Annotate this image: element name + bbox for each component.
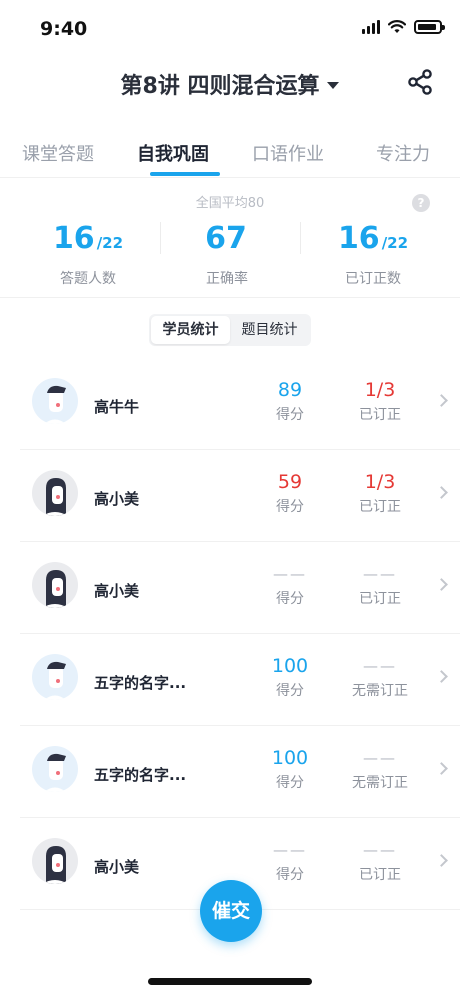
student-row[interactable]: 高牛牛 89 得分 1/3 已订正 xyxy=(20,358,460,450)
tab-bar: 课堂答题 自我巩固 口语作业 专注力 xyxy=(0,130,460,178)
caret-down-icon xyxy=(327,81,340,89)
student-list: 高牛牛 89 得分 1/3 已订正 高小美 59 得分 1/3 已订正 高小美 —— 得分 —— 已订正 五字… xyxy=(0,358,460,910)
score-label: 得分 xyxy=(276,499,304,515)
page-title: 第8讲 四则混合运算 xyxy=(120,74,320,99)
correction-label: 已订正 xyxy=(359,499,401,515)
battery-icon xyxy=(414,20,445,34)
student-name: 高小美 xyxy=(94,490,140,508)
summary-panel: 全国平均80 ? 16/22 答题人数 67 正确率 16/22 已订正数 xyxy=(0,178,460,298)
score-column: —— 得分 xyxy=(260,562,320,608)
correction-column: —— 无需订正 xyxy=(340,746,420,792)
score-value: —— xyxy=(273,841,307,859)
student-name: 五字的名字... xyxy=(94,766,187,784)
correction-value: 1/3 xyxy=(364,471,396,493)
score-value: —— xyxy=(273,565,307,583)
score-label: 得分 xyxy=(276,591,304,607)
correction-column: —— 无需订正 xyxy=(340,654,420,700)
correction-label: 已订正 xyxy=(359,591,401,607)
score-label: 得分 xyxy=(276,407,304,423)
correction-column: —— 已订正 xyxy=(340,838,420,884)
tab-self-consolidation[interactable]: 自我巩固 xyxy=(137,140,209,166)
stat-accuracy-label: 正确率 xyxy=(206,271,248,287)
student-row[interactable]: 高小美 —— 得分 —— 已订正 xyxy=(20,542,460,634)
avatar xyxy=(32,378,78,424)
avatar xyxy=(32,746,78,792)
correction-value: —— xyxy=(363,657,397,675)
avatar xyxy=(32,562,78,608)
student-row[interactable]: 高小美 59 得分 1/3 已订正 xyxy=(20,450,460,542)
score-label: 得分 xyxy=(276,775,304,791)
student-name: 高小美 xyxy=(94,582,140,600)
avatar xyxy=(32,654,78,700)
active-tab-indicator xyxy=(150,172,220,176)
score-value: 89 xyxy=(277,379,303,401)
correction-label: 已订正 xyxy=(359,407,401,423)
student-row[interactable]: 五字的名字... 100 得分 —— 无需订正 xyxy=(20,726,460,818)
score-column: 100 得分 xyxy=(260,746,320,792)
student-name: 高小美 xyxy=(94,858,140,876)
status-time: 9:40 xyxy=(40,18,88,40)
score-column: 59 得分 xyxy=(260,470,320,516)
urge-submit-button[interactable]: 催交 xyxy=(200,880,262,942)
stat-answered-value: 16/22 xyxy=(52,221,124,256)
stat-answered-label: 答题人数 xyxy=(60,271,116,287)
status-bar: 9:40 xyxy=(0,0,460,60)
stat-corrected-value: 16/22 xyxy=(337,221,409,256)
share-icon[interactable] xyxy=(406,68,434,96)
avatar xyxy=(32,470,78,516)
home-indicator xyxy=(148,978,312,985)
score-value: 100 xyxy=(271,655,309,677)
correction-value: —— xyxy=(363,841,397,859)
score-column: 89 得分 xyxy=(260,378,320,424)
correction-label: 无需订正 xyxy=(352,683,408,699)
help-icon[interactable]: ? xyxy=(412,194,430,212)
segment-student-stats[interactable]: 学员统计 xyxy=(151,316,230,344)
national-average: 全国平均80 xyxy=(195,196,265,211)
chevron-right-icon xyxy=(435,486,448,499)
correction-column: 1/3 已订正 xyxy=(340,470,420,516)
tab-oral-homework[interactable]: 口语作业 xyxy=(252,140,324,166)
signal-icon xyxy=(362,20,380,34)
student-name: 高牛牛 xyxy=(94,398,140,416)
score-label: 得分 xyxy=(276,683,304,699)
correction-label: 已订正 xyxy=(359,867,401,883)
header: 第8讲 四则混合运算 xyxy=(0,60,460,120)
score-value: 100 xyxy=(271,747,309,769)
student-name: 五字的名字... xyxy=(94,674,187,692)
score-column: 100 得分 xyxy=(260,654,320,700)
correction-column: —— 已订正 xyxy=(340,562,420,608)
lesson-selector[interactable]: 第8讲 四则混合运算 xyxy=(0,68,460,100)
stat-accuracy-value: 67 xyxy=(205,221,247,256)
stat-divider xyxy=(300,222,301,254)
correction-column: 1/3 已订正 xyxy=(340,378,420,424)
correction-label: 无需订正 xyxy=(352,775,408,791)
correction-value: —— xyxy=(363,749,397,767)
status-icons xyxy=(362,20,445,34)
chevron-right-icon xyxy=(435,578,448,591)
stats-segmented-control: 学员统计 题目统计 xyxy=(149,314,311,346)
segment-question-stats[interactable]: 题目统计 xyxy=(230,316,309,344)
stat-corrected: 16/22 已订正数 xyxy=(303,222,443,288)
score-column: —— 得分 xyxy=(260,838,320,884)
score-value: 59 xyxy=(277,471,303,493)
chevron-right-icon xyxy=(435,762,448,775)
student-row[interactable]: 五字的名字... 100 得分 —— 无需订正 xyxy=(20,634,460,726)
avatar xyxy=(32,838,78,884)
tab-classroom-answers[interactable]: 课堂答题 xyxy=(22,140,94,166)
chevron-right-icon xyxy=(435,670,448,683)
chevron-right-icon xyxy=(435,394,448,407)
stat-accuracy: 67 正确率 xyxy=(157,222,297,288)
battery-fill xyxy=(418,24,436,30)
chevron-right-icon xyxy=(435,854,448,867)
correction-value: 1/3 xyxy=(364,379,396,401)
score-label: 得分 xyxy=(276,867,304,883)
tab-focus[interactable]: 专注力 xyxy=(376,140,430,166)
stat-corrected-label: 已订正数 xyxy=(345,271,401,287)
stat-answered: 16/22 答题人数 xyxy=(18,222,158,288)
correction-value: —— xyxy=(363,565,397,583)
wifi-icon xyxy=(388,20,406,33)
